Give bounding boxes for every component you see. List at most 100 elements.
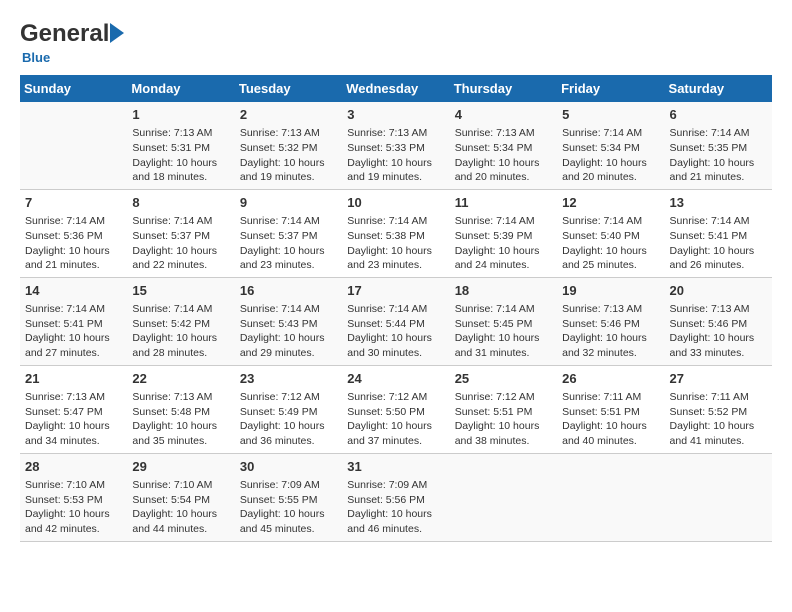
day-info-line: Sunrise: 7:14 AM	[240, 214, 337, 229]
day-number: 31	[347, 458, 444, 476]
day-info-line: and 21 minutes.	[25, 258, 122, 273]
day-info-line: Sunrise: 7:09 AM	[240, 478, 337, 493]
day-info-line: Sunrise: 7:14 AM	[240, 302, 337, 317]
day-info-line: Daylight: 10 hours	[347, 419, 444, 434]
calendar-cell: 3Sunrise: 7:13 AMSunset: 5:33 PMDaylight…	[342, 102, 449, 189]
calendar-cell: 4Sunrise: 7:13 AMSunset: 5:34 PMDaylight…	[450, 102, 557, 189]
day-number: 29	[132, 458, 229, 476]
header-day-sunday: Sunday	[20, 75, 127, 102]
calendar-cell: 15Sunrise: 7:14 AMSunset: 5:42 PMDayligh…	[127, 277, 234, 365]
day-info-line: Sunset: 5:34 PM	[562, 141, 659, 156]
day-number: 17	[347, 282, 444, 300]
day-info-line: Daylight: 10 hours	[347, 244, 444, 259]
day-info-line: Sunrise: 7:14 AM	[132, 302, 229, 317]
day-info-line: Sunrise: 7:11 AM	[562, 390, 659, 405]
day-info-line: Sunrise: 7:14 AM	[562, 214, 659, 229]
day-info-line: Sunrise: 7:14 AM	[347, 214, 444, 229]
day-info-line: Sunset: 5:37 PM	[240, 229, 337, 244]
day-info-line: Daylight: 10 hours	[562, 419, 659, 434]
header-day-wednesday: Wednesday	[342, 75, 449, 102]
day-info-line: Sunrise: 7:14 AM	[455, 214, 552, 229]
day-info-line: Sunset: 5:48 PM	[132, 405, 229, 420]
day-info-line: Sunrise: 7:12 AM	[455, 390, 552, 405]
day-info-line: Daylight: 10 hours	[132, 507, 229, 522]
header-day-saturday: Saturday	[665, 75, 772, 102]
calendar-cell: 18Sunrise: 7:14 AMSunset: 5:45 PMDayligh…	[450, 277, 557, 365]
calendar-cell	[665, 453, 772, 541]
day-info-line: and 44 minutes.	[132, 522, 229, 537]
day-number: 16	[240, 282, 337, 300]
day-info-line: Sunrise: 7:13 AM	[240, 126, 337, 141]
day-info-line: Sunset: 5:33 PM	[347, 141, 444, 156]
day-info-line: Sunset: 5:36 PM	[25, 229, 122, 244]
calendar-cell: 16Sunrise: 7:14 AMSunset: 5:43 PMDayligh…	[235, 277, 342, 365]
day-info-line: Daylight: 10 hours	[670, 244, 767, 259]
day-info-line: Sunset: 5:43 PM	[240, 317, 337, 332]
day-info-line: Sunrise: 7:14 AM	[670, 214, 767, 229]
day-info-line: and 24 minutes.	[455, 258, 552, 273]
day-info-line: Sunset: 5:56 PM	[347, 493, 444, 508]
day-info-line: and 19 minutes.	[240, 170, 337, 185]
day-info-line: Daylight: 10 hours	[25, 507, 122, 522]
calendar-cell: 30Sunrise: 7:09 AMSunset: 5:55 PMDayligh…	[235, 453, 342, 541]
day-info-line: and 46 minutes.	[347, 522, 444, 537]
day-number: 14	[25, 282, 122, 300]
calendar-cell: 23Sunrise: 7:12 AMSunset: 5:49 PMDayligh…	[235, 365, 342, 453]
day-number: 6	[670, 106, 767, 124]
day-info-line: Daylight: 10 hours	[670, 331, 767, 346]
header-day-thursday: Thursday	[450, 75, 557, 102]
day-number: 11	[455, 194, 552, 212]
day-info-line: and 28 minutes.	[132, 346, 229, 361]
day-info-line: Sunrise: 7:09 AM	[347, 478, 444, 493]
header-day-friday: Friday	[557, 75, 664, 102]
day-number: 2	[240, 106, 337, 124]
day-info-line: and 29 minutes.	[240, 346, 337, 361]
calendar-week-row: 1Sunrise: 7:13 AMSunset: 5:31 PMDaylight…	[20, 102, 772, 189]
day-number: 24	[347, 370, 444, 388]
day-info-line: Sunset: 5:50 PM	[347, 405, 444, 420]
day-number: 13	[670, 194, 767, 212]
day-info-line: and 32 minutes.	[562, 346, 659, 361]
day-info-line: Sunset: 5:37 PM	[132, 229, 229, 244]
day-info-line: and 23 minutes.	[240, 258, 337, 273]
day-number: 1	[132, 106, 229, 124]
day-info-line: and 20 minutes.	[455, 170, 552, 185]
calendar-week-row: 7Sunrise: 7:14 AMSunset: 5:36 PMDaylight…	[20, 189, 772, 277]
day-info-line: Daylight: 10 hours	[562, 331, 659, 346]
day-info-line: Sunset: 5:47 PM	[25, 405, 122, 420]
calendar-cell: 20Sunrise: 7:13 AMSunset: 5:46 PMDayligh…	[665, 277, 772, 365]
day-info-line: and 36 minutes.	[240, 434, 337, 449]
day-info-line: Sunset: 5:34 PM	[455, 141, 552, 156]
day-info-line: Sunset: 5:46 PM	[670, 317, 767, 332]
day-info-line: Daylight: 10 hours	[347, 331, 444, 346]
day-info-line: Daylight: 10 hours	[455, 331, 552, 346]
day-info-line: Sunset: 5:32 PM	[240, 141, 337, 156]
day-info-line: Sunset: 5:53 PM	[25, 493, 122, 508]
day-info-line: and 45 minutes.	[240, 522, 337, 537]
day-info-line: Sunrise: 7:10 AM	[132, 478, 229, 493]
day-number: 8	[132, 194, 229, 212]
day-info-line: Sunrise: 7:14 AM	[562, 126, 659, 141]
day-number: 30	[240, 458, 337, 476]
day-info-line: and 23 minutes.	[347, 258, 444, 273]
day-info-line: Sunrise: 7:13 AM	[347, 126, 444, 141]
calendar-cell	[557, 453, 664, 541]
day-info-line: and 25 minutes.	[562, 258, 659, 273]
day-info-line: Daylight: 10 hours	[240, 156, 337, 171]
day-info-line: Sunrise: 7:14 AM	[25, 214, 122, 229]
day-number: 5	[562, 106, 659, 124]
day-number: 7	[25, 194, 122, 212]
day-info-line: Sunset: 5:44 PM	[347, 317, 444, 332]
day-info-line: and 21 minutes.	[670, 170, 767, 185]
day-info-line: Sunrise: 7:13 AM	[25, 390, 122, 405]
day-info-line: Sunrise: 7:14 AM	[25, 302, 122, 317]
day-info-line: Daylight: 10 hours	[240, 507, 337, 522]
day-number: 12	[562, 194, 659, 212]
day-info-line: Sunrise: 7:13 AM	[132, 390, 229, 405]
calendar-week-row: 28Sunrise: 7:10 AMSunset: 5:53 PMDayligh…	[20, 453, 772, 541]
calendar-cell: 2 Sunrise: 7:13 AMSunset: 5:32 PMDaylight…	[235, 102, 342, 189]
calendar-cell: 25Sunrise: 7:12 AMSunset: 5:51 PMDayligh…	[450, 365, 557, 453]
day-info-line: Sunrise: 7:13 AM	[562, 302, 659, 317]
calendar-cell: 19Sunrise: 7:13 AMSunset: 5:46 PMDayligh…	[557, 277, 664, 365]
day-number: 9	[240, 194, 337, 212]
